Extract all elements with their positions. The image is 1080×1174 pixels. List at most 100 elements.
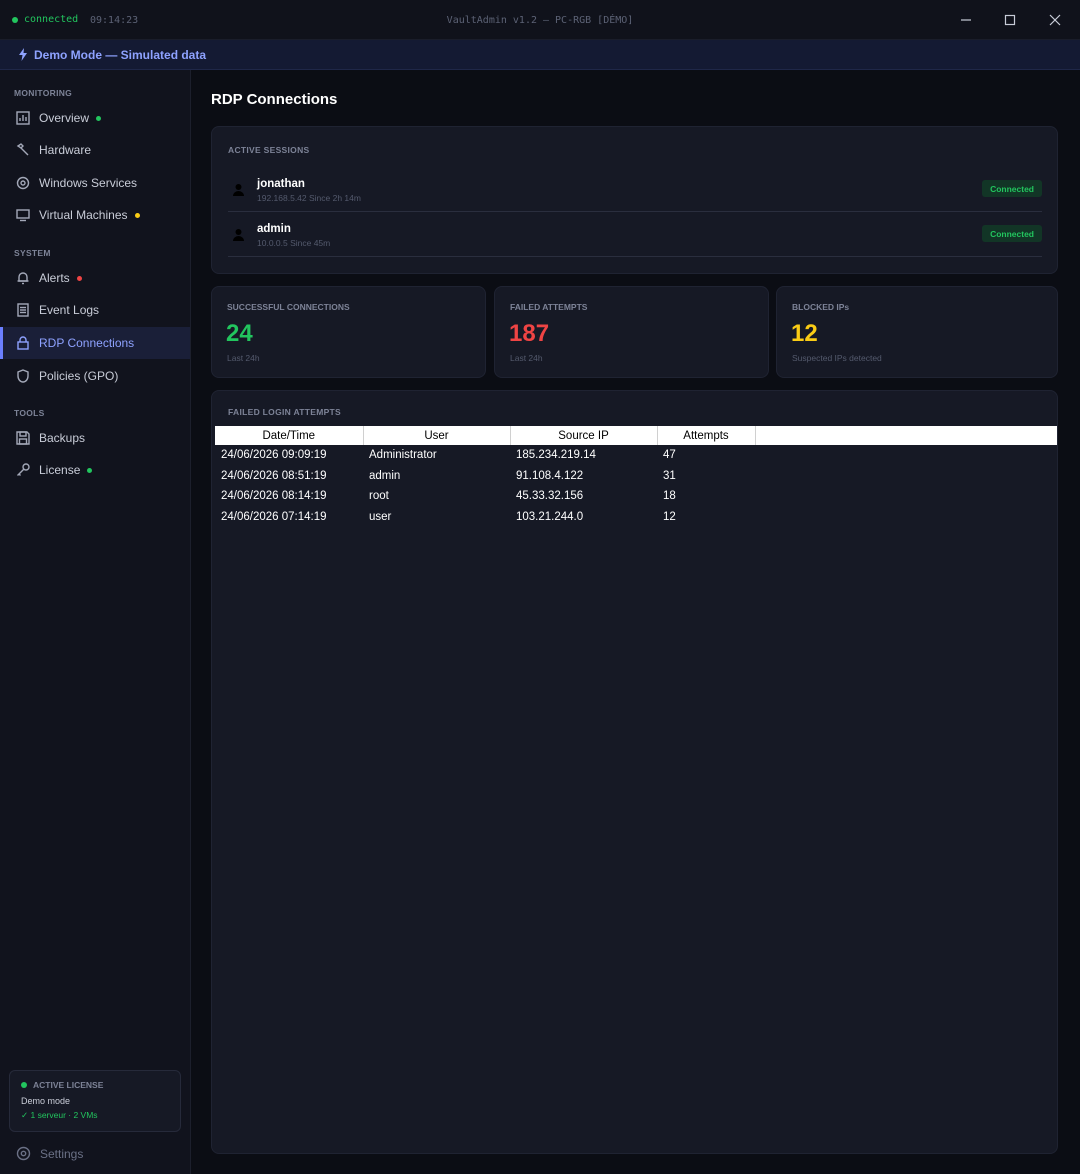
clock: 09:14:23 <box>90 15 139 26</box>
status-dot <box>76 275 82 281</box>
section-label-tools: TOOLS <box>14 408 45 418</box>
document-icon <box>15 302 31 318</box>
stat-sub: Suspected IPs detected <box>792 353 882 363</box>
sidebar-item-label: Event Logs <box>39 303 100 317</box>
sidebar-item-label: Policies (GPO) <box>39 369 119 383</box>
sidebar-item-label: Backups <box>39 431 86 445</box>
session-row[interactable]: jonathan 192.168.5.42 Since 2h 14m Conne… <box>228 167 1042 212</box>
sidebar-item-hardware[interactable]: Hardware <box>0 134 190 166</box>
gear-icon <box>16 1146 31 1161</box>
stat-card-failed: FAILED ATTEMPTS 187 Last 24h <box>494 286 769 378</box>
stat-card-blocked: BLOCKED IPs 12 Suspected IPs detected <box>776 286 1058 378</box>
sidebar-item-label: RDP Connections <box>39 336 135 350</box>
cell-user: user <box>369 511 392 524</box>
settings-label: Settings <box>40 1146 84 1161</box>
maximize-button[interactable] <box>987 0 1033 40</box>
active-sessions-label: ACTIVE SESSIONS <box>228 145 310 155</box>
shield-icon <box>15 368 31 384</box>
status-dot <box>87 467 93 473</box>
status-dot <box>12 16 18 23</box>
sidebar-item-label: Alerts <box>39 271 70 285</box>
lock-icon <box>15 335 31 351</box>
status-dot <box>96 115 102 121</box>
user-icon <box>233 229 244 241</box>
sidebar-item-rdp-connections[interactable]: RDP Connections <box>0 327 190 359</box>
sidebar-item-event-logs[interactable]: Event Logs <box>0 294 190 326</box>
key-icon <box>15 462 31 478</box>
license-mode: Demo mode <box>21 1096 71 1106</box>
sidebar-item-backups[interactable]: Backups <box>0 422 190 454</box>
session-row[interactable]: admin 10.0.0.5 Since 45m Connected <box>228 212 1042 257</box>
cell-datetime: 24/06/2026 09:09:19 <box>221 449 327 462</box>
title-bar: connected 09:14:23 VaultAdmin v1.2 — PC-… <box>0 0 1080 40</box>
cell-attempts: 12 <box>663 511 676 524</box>
lightning-icon <box>19 48 27 61</box>
user-icon <box>233 184 244 196</box>
close-button[interactable] <box>1032 0 1078 40</box>
close-icon <box>1049 14 1061 26</box>
sidebar-item-label: License <box>39 463 81 477</box>
cell-user: admin <box>369 469 401 482</box>
license-title: ACTIVE LICENSE <box>33 1080 104 1090</box>
cell-datetime: 24/06/2026 07:14:19 <box>221 511 327 524</box>
cell-attempts: 31 <box>663 469 676 482</box>
minimize-button[interactable] <box>943 0 989 40</box>
sidebar-item-label: Overview <box>39 111 90 125</box>
session-meta: 192.168.5.42 Since 2h 14m <box>257 193 361 203</box>
save-icon <box>15 430 31 446</box>
status-dot <box>21 1082 27 1088</box>
column-header-attempts[interactable]: Attempts <box>657 426 756 445</box>
section-label-system: SYSTEM <box>14 248 51 258</box>
sidebar-item-label: Windows Services <box>39 176 138 190</box>
table-row[interactable]: 24/06/2026 08:51:19 admin 91.108.4.122 3… <box>215 466 1057 487</box>
page-title: RDP Connections <box>211 91 338 108</box>
failed-logins-table[interactable]: Date/Time User Source IP Attempts 24/06/… <box>215 426 1057 527</box>
cell-user: Administrator <box>369 449 437 462</box>
status-badge: Connected <box>982 180 1042 197</box>
cell-datetime: 24/06/2026 08:14:19 <box>221 490 327 503</box>
sidebar-item-label: Virtual Machines <box>39 208 128 222</box>
sidebar-item-windows-services[interactable]: Windows Services <box>0 167 190 199</box>
monitor-icon <box>15 207 31 223</box>
sidebar-item-license[interactable]: License <box>0 454 190 486</box>
cell-user: root <box>369 490 389 503</box>
session-user: admin <box>257 223 291 235</box>
sidebar-item-policies[interactable]: Policies (GPO) <box>0 360 190 392</box>
cell-attempts: 47 <box>663 449 676 462</box>
bell-icon <box>15 270 31 286</box>
stat-label: FAILED ATTEMPTS <box>510 302 588 312</box>
sidebar-item-alerts[interactable]: Alerts <box>0 262 190 294</box>
table-row[interactable]: 24/06/2026 08:14:19 root 45.33.32.156 18 <box>215 486 1057 507</box>
settings-button[interactable]: Settings <box>16 1146 83 1161</box>
table-header-row: Date/Time User Source IP Attempts <box>215 426 1057 445</box>
cell-source-ip: 185.234.219.14 <box>516 449 596 462</box>
chart-icon <box>15 110 31 126</box>
sidebar: MONITORING Overview Hardware Windows Ser… <box>0 70 191 1174</box>
failed-logins-label: FAILED LOGIN ATTEMPTS <box>228 407 342 417</box>
session-user: jonathan <box>257 178 305 190</box>
stat-value: 12 <box>791 320 818 347</box>
status-badge: Connected <box>982 225 1042 242</box>
failed-logins-card: FAILED LOGIN ATTEMPTS Date/Time User Sou… <box>211 390 1058 1154</box>
stat-sub: Last 24h <box>227 353 260 363</box>
sidebar-item-virtual-machines[interactable]: Virtual Machines <box>0 199 190 231</box>
sidebar-item-overview[interactable]: Overview <box>0 102 190 134</box>
column-header-filler <box>755 426 1057 445</box>
maximize-icon <box>1004 14 1016 26</box>
connection-status: connected <box>12 14 78 25</box>
window-title: VaultAdmin v1.2 — PC-RGB [DÉMO] <box>446 15 634 26</box>
section-label-monitoring: MONITORING <box>14 88 73 98</box>
license-card: ACTIVE LICENSE Demo mode ✓ 1 serveur · 2… <box>9 1070 181 1132</box>
stat-sub: Last 24h <box>510 353 543 363</box>
column-header-user[interactable]: User <box>363 426 511 445</box>
table-row[interactable]: 24/06/2026 07:14:19 user 103.21.244.0 12 <box>215 507 1057 528</box>
stat-label: BLOCKED IPs <box>792 302 850 312</box>
active-sessions-card: ACTIVE SESSIONS jonathan 192.168.5.42 Si… <box>211 126 1058 274</box>
stat-value: 187 <box>509 320 550 347</box>
column-header-source-ip[interactable]: Source IP <box>510 426 658 445</box>
session-meta: 10.0.0.5 Since 45m <box>257 238 331 248</box>
minimize-icon <box>961 19 971 21</box>
table-row[interactable]: 24/06/2026 09:09:19 Administrator 185.23… <box>215 445 1057 466</box>
status-dot <box>134 212 140 218</box>
column-header-datetime[interactable]: Date/Time <box>215 426 364 445</box>
